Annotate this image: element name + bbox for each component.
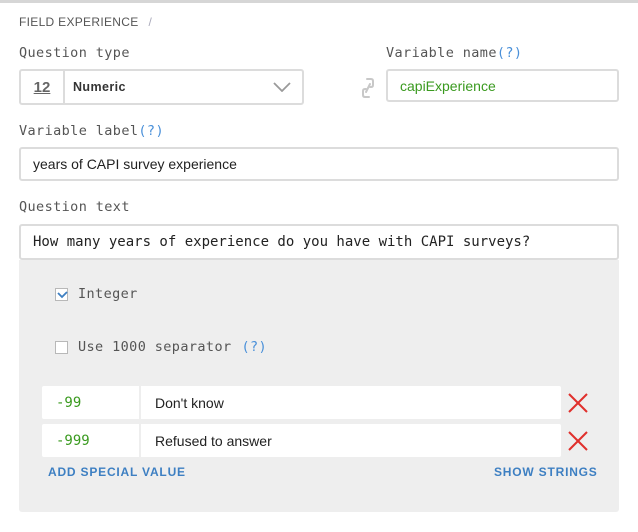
special-value-text-input[interactable]: Refused to answer: [141, 433, 272, 449]
delete-special-value-icon[interactable]: [567, 430, 589, 452]
special-value-text-input[interactable]: Don't know: [141, 395, 224, 411]
question-type-label: Question type: [19, 45, 130, 61]
special-value-code-input[interactable]: -999: [42, 424, 141, 457]
numeric-options-panel: Integer Use 1000 separator (?) -99 Don't…: [19, 260, 619, 512]
show-strings-button[interactable]: SHOW STRINGS: [494, 465, 598, 479]
variable-label-label-text: Variable label: [19, 123, 139, 139]
section-title: FIELD EXPERIENCE: [19, 15, 139, 29]
separator-checkbox[interactable]: [55, 340, 68, 354]
variable-label-help[interactable]: (?): [138, 123, 164, 139]
variable-name-label-text: Variable name: [386, 45, 497, 61]
question-type-select[interactable]: 12 Numeric: [19, 69, 304, 105]
integer-label: Integer: [78, 286, 138, 302]
separator-help[interactable]: (?): [242, 339, 268, 355]
add-special-value-button[interactable]: ADD SPECIAL VALUE: [48, 465, 186, 479]
question-type-value: Numeric: [73, 80, 126, 94]
chevron-down-icon[interactable]: [262, 82, 302, 92]
question-text-label: Question text: [19, 199, 130, 215]
variable-name-label: Variable name(?): [386, 45, 522, 61]
integer-option[interactable]: Integer: [55, 286, 138, 302]
link-icon[interactable]: [358, 76, 378, 100]
integer-checkbox[interactable]: [55, 287, 68, 301]
variable-label-input[interactable]: years of CAPI survey experience: [19, 147, 619, 181]
special-value-row: -999 Refused to answer: [42, 424, 561, 457]
special-value-row: -99 Don't know: [42, 386, 561, 419]
delete-special-value-icon[interactable]: [567, 392, 589, 414]
separator-option[interactable]: Use 1000 separator (?): [55, 339, 267, 355]
question-text-label-text: Question text: [19, 199, 130, 215]
numeric-type-icon: 12: [21, 71, 65, 103]
variable-name-help[interactable]: (?): [497, 45, 523, 61]
variable-label-label: Variable label(?): [19, 123, 164, 139]
separator-label: Use 1000 separator: [78, 339, 232, 355]
question-text-input[interactable]: How many years of experience do you have…: [19, 224, 619, 260]
top-divider: [0, 0, 638, 3]
breadcrumb: FIELD EXPERIENCE /: [19, 15, 152, 29]
variable-name-input[interactable]: capiExperience: [386, 69, 619, 102]
numeric-type-icon-text: 12: [33, 78, 51, 96]
special-value-code-input[interactable]: -99: [42, 386, 141, 419]
breadcrumb-separator: /: [148, 15, 153, 29]
question-type-label-text: Question type: [19, 45, 130, 61]
